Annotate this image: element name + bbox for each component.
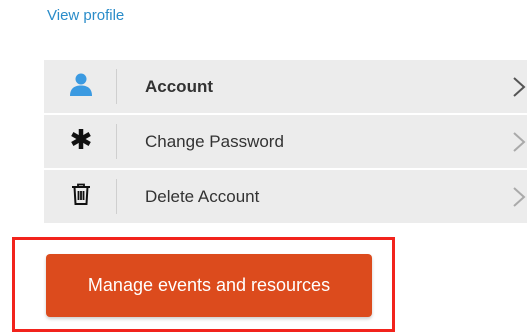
manage-events-button[interactable]: Manage events and resources (46, 254, 372, 317)
menu-item-account[interactable]: Account (44, 60, 527, 115)
chevron-right-icon (511, 75, 527, 99)
menu-icon-cell (44, 60, 117, 113)
account-menu: Account Change Password Delete Account (44, 60, 527, 225)
user-icon (69, 72, 93, 101)
chevron-right-icon (511, 185, 527, 209)
account-page: View profile Account Change Password Del… (0, 0, 527, 334)
menu-item-label: Delete Account (145, 186, 260, 206)
menu-item-label: Account (145, 76, 213, 96)
menu-item-change-password[interactable]: Change Password (44, 115, 527, 170)
menu-icon-cell (44, 115, 117, 168)
asterisk-icon (70, 128, 92, 155)
trash-icon (71, 183, 91, 210)
menu-item-label: Change Password (145, 131, 284, 151)
menu-item-delete-account[interactable]: Delete Account (44, 170, 527, 225)
chevron-right-icon (511, 130, 527, 154)
view-profile-link[interactable]: View profile (47, 7, 124, 24)
menu-icon-cell (44, 170, 117, 223)
